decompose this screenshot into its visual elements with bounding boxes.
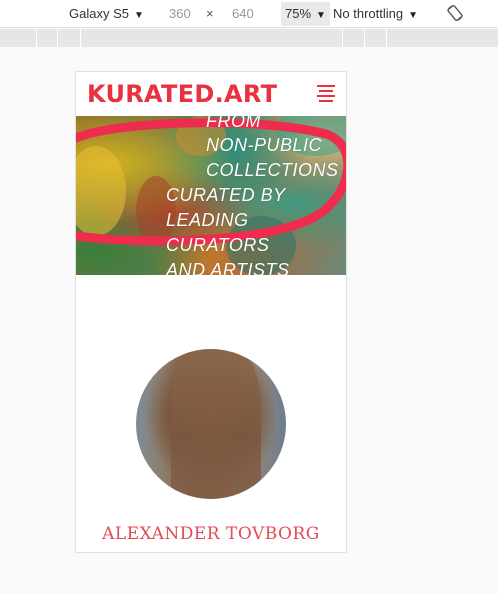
zoom-select[interactable]: 75% ▼ xyxy=(281,2,330,26)
hero-line: NON-PUBLIC xyxy=(206,135,323,155)
chevron-down-icon: ▼ xyxy=(133,10,144,21)
hero-line: FROM xyxy=(206,116,261,131)
artist-portrait[interactable] xyxy=(136,349,286,499)
site-header: KURATED.ART xyxy=(76,72,346,116)
width-input[interactable]: 360 xyxy=(169,6,191,22)
dimension-separator: × xyxy=(206,6,214,21)
media-query-bar[interactable] xyxy=(0,29,498,47)
chevron-down-icon: ▼ xyxy=(316,10,326,21)
artist-name[interactable]: ALEXANDER TOVBORG xyxy=(76,524,346,544)
throttling-label: No throttling xyxy=(333,6,404,21)
chevron-down-icon: ▼ xyxy=(408,10,418,21)
zoom-label: 75% xyxy=(285,6,312,21)
height-input[interactable]: 640 xyxy=(232,6,254,22)
hamburger-menu-icon[interactable] xyxy=(317,85,335,103)
throttling-select[interactable]: No throttling ▼ xyxy=(333,6,418,22)
hero-line: AND ARTISTS xyxy=(166,260,290,275)
hero-banner: FROM NON-PUBLIC COLLECTIONS CURATED BY L… xyxy=(76,116,346,275)
device-select[interactable]: Galaxy S5 ▼ xyxy=(69,6,144,22)
rotate-icon[interactable] xyxy=(446,4,464,22)
device-viewport: KURATED.ART FROM NON-PUBLIC COLLECTIONS … xyxy=(75,71,347,553)
device-toolbar: Galaxy S5 ▼ 360 × 640 75% ▼ No throttling ▼ xyxy=(0,0,498,28)
hero-line: CURATED BY xyxy=(166,185,286,205)
hero-line: CURATORS xyxy=(166,235,270,255)
hero-line: LEADING xyxy=(166,210,249,230)
hero-line: COLLECTIONS xyxy=(206,160,339,180)
site-logo[interactable]: KURATED.ART xyxy=(87,80,277,108)
device-label: Galaxy S5 xyxy=(69,6,129,21)
